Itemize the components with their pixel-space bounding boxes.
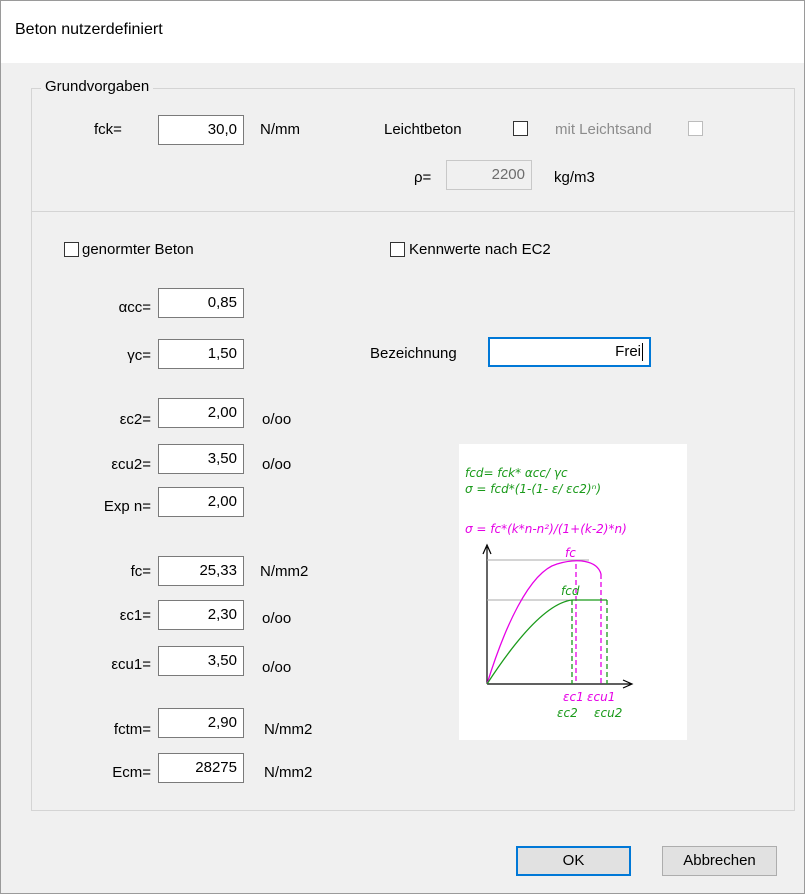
rho-label: ρ= — [414, 169, 432, 186]
ecm-unit: N/mm2 — [264, 764, 313, 781]
formula-fcd: fcd= fck* αcc/ γc — [465, 466, 568, 480]
fcd-diagram-label: fcd — [561, 584, 580, 598]
fck-unit: N/mm — [260, 121, 300, 138]
eps-c2-label: εc2= — [119, 411, 151, 428]
eps-cu1-unit: o/oo — [262, 659, 292, 676]
gamma-c-label: γc= — [127, 347, 151, 364]
parabola-rectangle-curve — [486, 599, 607, 685]
fck-label: fck= — [94, 121, 122, 138]
fck-field[interactable]: 30,0 — [158, 115, 244, 145]
eps-cu1-field[interactable]: 3,50 — [158, 646, 244, 676]
fc-label: fc= — [130, 563, 151, 580]
bezeichnung-label: Bezeichnung — [370, 345, 457, 362]
text-caret — [642, 343, 643, 362]
ok-button[interactable]: OK — [516, 846, 631, 876]
fctm-field[interactable]: 2,90 — [158, 708, 244, 738]
eps-c1-label: εc1= — [119, 607, 151, 624]
formula-sigma-sargin: σ = fc*(k*n-n²)/(1+(k-2)*n) — [465, 522, 627, 536]
eps-cu1-label: εcu1= — [111, 656, 151, 673]
genormter-beton-checkbox[interactable] — [64, 242, 79, 257]
mit-leichtsand-checkbox[interactable] — [688, 121, 703, 136]
fc-unit: N/mm2 — [260, 563, 309, 580]
leichtbeton-label: Leichtbeton — [384, 121, 462, 138]
dialog-window: Beton nutzerdefiniert Grundvorgaben fck=… — [0, 0, 805, 894]
exp-n-field[interactable]: 2,00 — [158, 487, 244, 517]
ecm-field[interactable]: 28275 — [158, 753, 244, 783]
eps-cu2-label: εcu2= — [111, 456, 151, 473]
grundvorgaben-legend: Grundvorgaben — [41, 78, 154, 95]
bezeichnung-value: Frei — [615, 343, 641, 360]
rho-unit: kg/m3 — [554, 169, 595, 186]
rho-field[interactable]: 2200 — [446, 160, 532, 190]
stress-strain-svg: fcd= fck* αcc/ γc σ = fcd*(1-(1- ε/ εc2)… — [465, 466, 634, 720]
genormter-beton-label: genormter Beton — [82, 241, 194, 258]
eps-c2-unit: o/oo — [262, 411, 292, 428]
cancel-button[interactable]: Abbrechen — [662, 846, 777, 876]
eps-c1-unit: o/oo — [262, 610, 292, 627]
title-bar: Beton nutzerdefiniert — [1, 1, 804, 63]
kennwerte-ec2-label: Kennwerte nach EC2 — [409, 241, 551, 258]
grundvorgaben-group — [31, 88, 795, 212]
ec2-diagram-label: εc2 — [557, 706, 578, 720]
alpha-cc-label: αcc= — [118, 299, 151, 316]
fctm-unit: N/mm2 — [264, 721, 313, 738]
eps-cu2-field[interactable]: 3,50 — [158, 444, 244, 474]
stress-strain-diagram: fcd= fck* αcc/ γc σ = fcd*(1-(1- ε/ εc2)… — [459, 444, 687, 740]
formula-sigma-parabola: σ = fcd*(1-(1- ε/ εc2)ⁿ) — [465, 482, 601, 496]
alpha-cc-field[interactable]: 0,85 — [158, 288, 244, 318]
window-title: Beton nutzerdefiniert — [15, 21, 163, 38]
gamma-c-field[interactable]: 1,50 — [158, 339, 244, 369]
ec1-diagram-label: εc1 — [563, 690, 584, 704]
sargin-curve — [486, 560, 602, 685]
eps-c1-field[interactable]: 2,30 — [158, 600, 244, 630]
exp-n-label: Exp n= — [103, 498, 151, 515]
ecu1-diagram-label: εcu1 — [587, 690, 615, 704]
mit-leichtsand-label: mit Leichtsand — [555, 121, 652, 138]
bezeichnung-field[interactable]: Frei — [488, 337, 651, 367]
eps-cu2-unit: o/oo — [262, 456, 292, 473]
eps-c2-field[interactable]: 2,00 — [158, 398, 244, 428]
leichtbeton-checkbox[interactable] — [513, 121, 528, 136]
ecu2-diagram-label: εcu2 — [594, 706, 622, 720]
ecm-label: Ecm= — [112, 764, 151, 781]
kennwerte-ec2-checkbox[interactable] — [390, 242, 405, 257]
fc-diagram-label: fc — [565, 546, 576, 560]
fctm-label: fctm= — [113, 721, 151, 738]
fc-field[interactable]: 25,33 — [158, 556, 244, 586]
